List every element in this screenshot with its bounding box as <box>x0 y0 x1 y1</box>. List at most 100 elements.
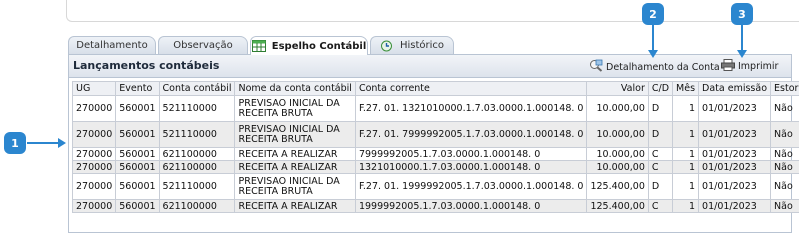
col-header[interactable]: Evento <box>115 81 160 96</box>
cell-conta-corrente: F.27. 01. 7999992005.1.7.03.0000.1.00014… <box>354 121 588 148</box>
cell-cd: C <box>647 160 674 174</box>
cell-conta-corrente: F.27. 01. 1999992005.1.7.03.0000.1.00014… <box>354 173 588 200</box>
printer-icon <box>721 59 735 74</box>
callout-arrow-1 <box>27 138 66 148</box>
cell-evento: 560001 <box>115 160 160 174</box>
cell-evento: 560001 <box>115 199 160 213</box>
cell-mes: 1 <box>672 199 700 213</box>
table-header-row: UG Evento Conta contábil Nome da conta c… <box>71 81 799 96</box>
cell-mes: 1 <box>672 121 700 148</box>
col-header[interactable]: Conta contábil <box>158 81 236 96</box>
cell-estorno: Não <box>770 199 799 213</box>
table-row[interactable]: 270000 560001 521110000 PREVISAO INICIAL… <box>71 121 799 148</box>
cell-cd: D <box>647 95 674 122</box>
cell-evento: 560001 <box>115 121 160 148</box>
cell-evento: 560001 <box>115 173 160 200</box>
col-header[interactable]: UG <box>71 81 117 96</box>
col-header[interactable]: Estorno <box>770 81 799 96</box>
panel-header: Lançamentos contábeis Detalhamento da Co… <box>69 55 791 78</box>
cell-conta: 521110000 <box>158 121 236 148</box>
cell-conta-corrente: 1999992005.1.7.03.0000.1.000148. 0 <box>354 199 588 213</box>
cell-ug: 270000 <box>71 121 117 148</box>
cell-mes: 1 <box>672 95 700 122</box>
table-row[interactable]: 270000 560001 621100000 RECEITA A REALIZ… <box>71 199 799 213</box>
cell-cd: C <box>647 147 674 161</box>
cell-evento: 560001 <box>115 147 160 161</box>
table-row[interactable]: 270000 560001 621100000 RECEITA A REALIZ… <box>71 160 799 174</box>
spreadsheet-icon <box>251 40 266 52</box>
callout-arrow-3 <box>737 25 747 58</box>
cell-evento: 560001 <box>115 95 160 122</box>
cell-conta: 521110000 <box>158 95 236 122</box>
cell-data: 01/01/2023 <box>698 147 772 161</box>
cell-estorno: Não <box>770 147 799 161</box>
cell-estorno: Não <box>770 95 799 122</box>
tab-detalhamento[interactable]: Detalhamento <box>68 36 156 54</box>
cell-mes: 1 <box>672 147 700 161</box>
cell-valor: 10.000,00 <box>586 147 649 161</box>
callout-badge-1: 1 <box>4 132 26 154</box>
cell-estorno: Não <box>770 160 799 174</box>
cell-valor: 10.000,00 <box>586 95 649 122</box>
table-row[interactable]: 270000 560001 521110000 PREVISAO INICIAL… <box>71 95 799 122</box>
magnifier-icon <box>589 59 603 75</box>
cell-cd: C <box>647 199 674 213</box>
cell-valor: 10.000,00 <box>586 160 649 174</box>
callout-badge-2: 2 <box>642 3 664 25</box>
lancamentos-table: UG Evento Conta contábil Nome da conta c… <box>71 81 799 213</box>
tab-label: Espelho Contábil <box>271 40 367 52</box>
cell-data: 01/01/2023 <box>698 121 772 148</box>
cell-estorno: Não <box>770 121 799 148</box>
table-row[interactable]: 270000 560001 521110000 PREVISAO INICIAL… <box>71 173 799 200</box>
tab-label: Detalhamento <box>76 40 148 51</box>
cell-data: 01/01/2023 <box>698 160 772 174</box>
cell-conta: 521110000 <box>158 173 236 200</box>
cell-ug: 270000 <box>71 173 117 200</box>
cell-conta: 621100000 <box>158 147 236 161</box>
cell-valor: 125.400,00 <box>586 199 649 213</box>
cell-ug: 270000 <box>71 160 117 174</box>
cell-conta-corrente: F.27. 01. 1321010000.1.7.03.0000.1.00014… <box>354 95 588 122</box>
cell-conta-corrente: 1321010000.1.7.03.0000.1.000148. 0 <box>354 160 588 174</box>
cell-mes: 1 <box>672 173 700 200</box>
cell-data: 01/01/2023 <box>698 173 772 200</box>
cell-nome: PREVISAO INICIAL DA RECEITA BRUTA <box>234 173 356 200</box>
col-header[interactable]: Conta corrente <box>354 81 588 96</box>
tab-label: Observação <box>173 40 233 51</box>
col-header[interactable]: Valor <box>586 81 649 96</box>
cell-mes: 1 <box>672 160 700 174</box>
col-header[interactable]: Nome da conta contábil <box>234 81 356 96</box>
cell-conta-corrente: 7999992005.1.7.03.0000.1.000148. 0 <box>354 147 588 161</box>
tab-observacao[interactable]: Observação <box>158 36 248 54</box>
col-header[interactable]: Data emissão <box>698 81 772 96</box>
cell-nome: RECEITA A REALIZAR <box>234 160 356 174</box>
imprimir-button[interactable]: Imprimir <box>721 59 778 74</box>
cell-nome: RECEITA A REALIZAR <box>234 147 356 161</box>
cell-estorno: Não <box>770 173 799 200</box>
cell-valor: 125.400,00 <box>586 173 649 200</box>
cell-data: 01/01/2023 <box>698 199 772 213</box>
detalhamento-conta-button[interactable]: Detalhamento da Conta <box>589 59 720 75</box>
cell-conta: 621100000 <box>158 199 236 213</box>
cell-data: 01/01/2023 <box>698 95 772 122</box>
cell-cd: D <box>647 173 674 200</box>
cell-nome: PREVISAO INICIAL DA RECEITA BRUTA <box>234 121 356 148</box>
cell-ug: 270000 <box>71 199 117 213</box>
col-header[interactable]: Mês <box>672 81 700 96</box>
table-row[interactable]: 270000 560001 621100000 RECEITA A REALIZ… <box>71 147 799 161</box>
col-header[interactable]: C/D <box>647 81 674 96</box>
callout-arrow-2 <box>648 25 658 58</box>
cell-ug: 270000 <box>71 95 117 122</box>
tab-espelho-contabil[interactable]: Espelho Contábil <box>250 36 368 55</box>
tab-historico[interactable]: Histórico <box>370 36 454 54</box>
panel-title: Lançamentos contábeis <box>73 59 220 72</box>
cell-conta: 621100000 <box>158 160 236 174</box>
cell-cd: D <box>647 121 674 148</box>
detalhamento-conta-label: Detalhamento da Conta <box>606 61 720 73</box>
lancamentos-panel: Lançamentos contábeis Detalhamento da Co… <box>68 54 799 233</box>
top-frame <box>66 0 799 22</box>
imprimir-label: Imprimir <box>738 61 779 72</box>
tab-label: Histórico <box>399 40 445 51</box>
cell-ug: 270000 <box>71 147 117 161</box>
cell-nome: PREVISAO INICIAL DA RECEITA BRUTA <box>234 95 356 122</box>
